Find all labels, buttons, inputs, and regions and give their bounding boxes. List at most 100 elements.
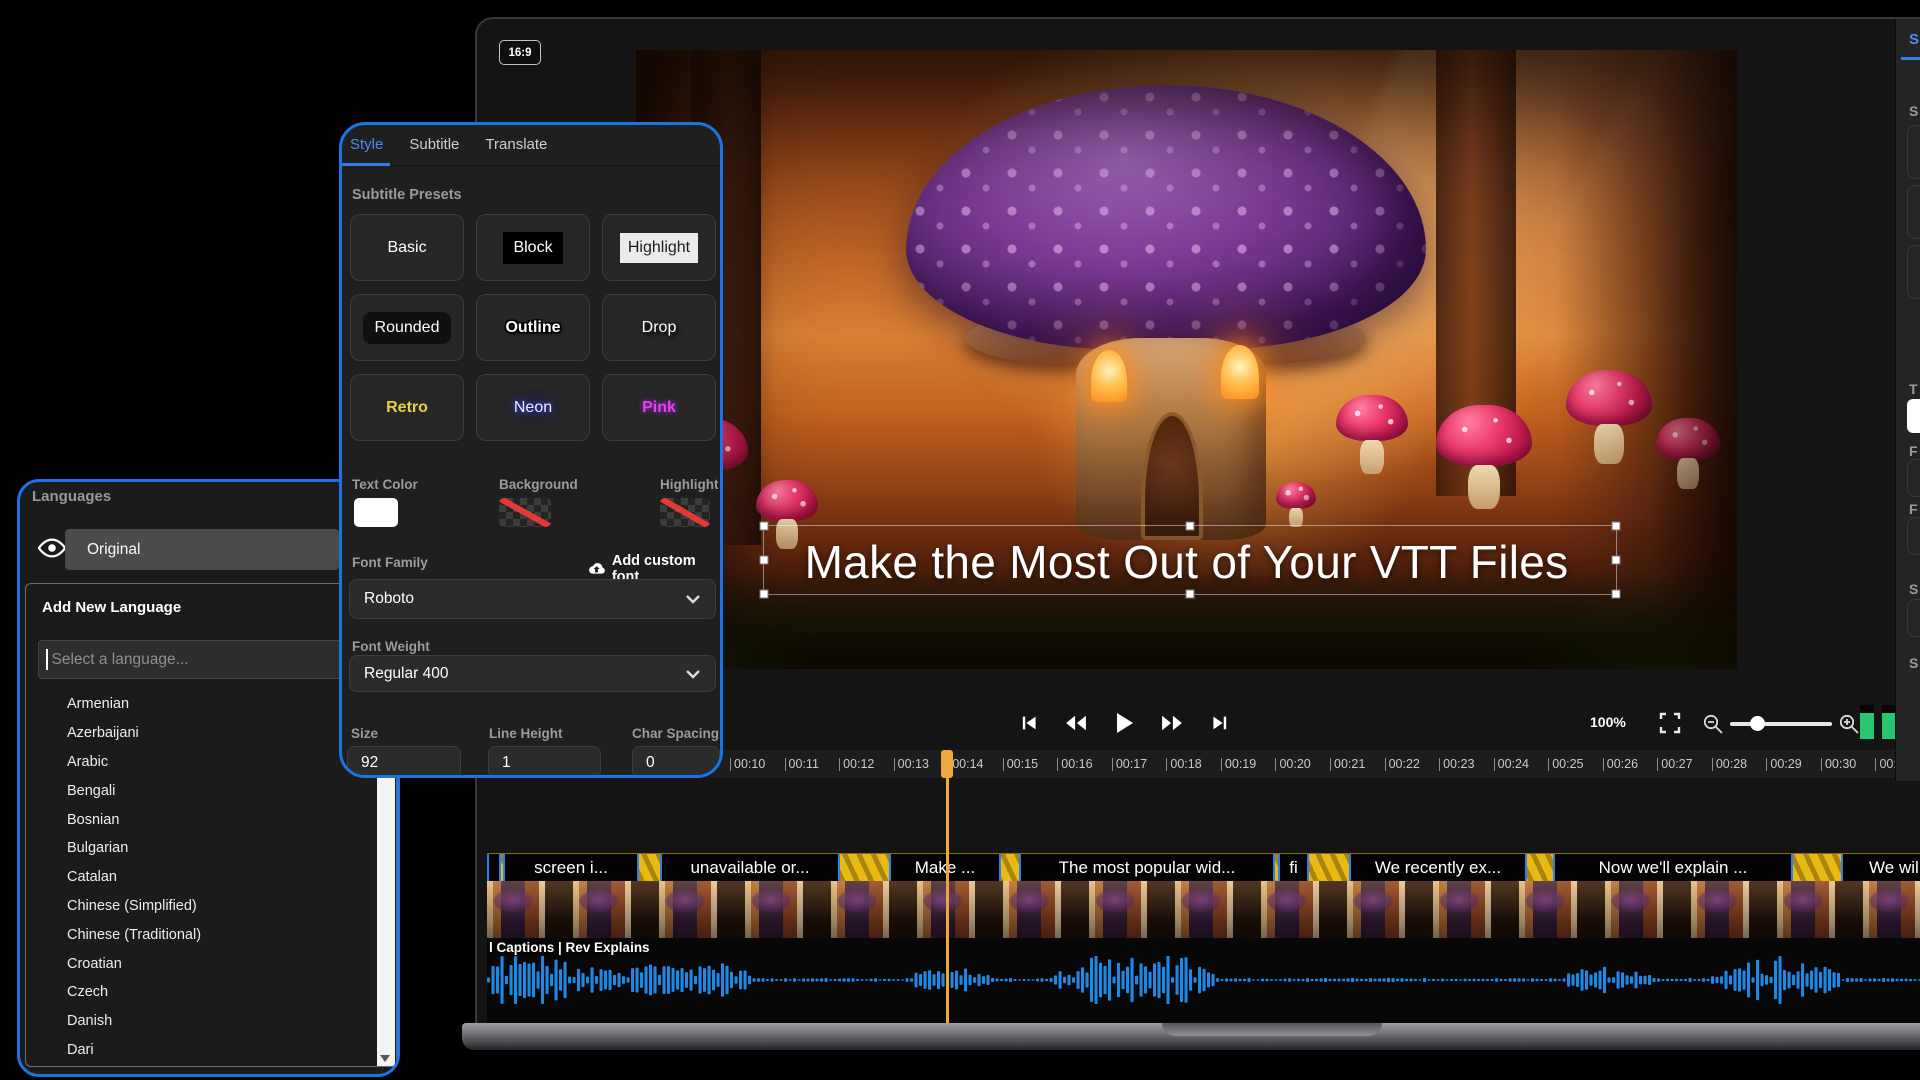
sidebar-label-cutoff: F — [1909, 501, 1918, 517]
preset-button[interactable]: Rounded — [350, 294, 464, 361]
preset-button[interactable]: Highlight — [602, 214, 716, 281]
timeline-tick: 00:15 — [1003, 757, 1058, 771]
fast-forward-icon[interactable] — [1161, 708, 1183, 738]
sidebar-color-swatch-cutoff[interactable] — [1907, 399, 1920, 433]
current-language-value: Original — [87, 541, 140, 559]
laptop-base — [462, 1023, 1920, 1050]
subtitle-block[interactable]: We wil... — [1841, 854, 1920, 881]
preset-label: Block — [503, 232, 562, 264]
subtitle-block[interactable]: We recently ex... — [1349, 854, 1527, 881]
subtitle-block-label: screen i... — [534, 858, 608, 878]
video-filmstrip-track[interactable] — [487, 881, 1920, 938]
style-panel-tab[interactable]: Style — [350, 136, 383, 165]
skip-end-icon[interactable] — [1209, 708, 1231, 738]
preset-button[interactable]: Neon — [476, 374, 590, 441]
size-input[interactable]: 92 — [347, 746, 461, 778]
preset-label: Pink — [642, 399, 676, 417]
language-list-item[interactable]: Chinese (Traditional) — [20, 920, 370, 949]
language-list-item[interactable]: Armenian — [20, 690, 370, 719]
font-family-select[interactable]: Roboto — [349, 579, 716, 619]
subtitle-block-label: fi — [1289, 858, 1298, 878]
active-tab-underline — [342, 163, 390, 166]
audio-track[interactable]: l Captions | Rev Explains — [487, 938, 1920, 1023]
selection-handle[interactable] — [1185, 522, 1194, 531]
play-icon[interactable] — [1113, 708, 1135, 738]
tick-mark — [1548, 758, 1549, 771]
timeline-zoom-slider-track[interactable] — [1730, 722, 1832, 726]
preset-label: Retro — [386, 399, 428, 417]
subtitle-block[interactable]: The most popular wid... — [1019, 854, 1275, 881]
style-panel-tab[interactable]: Subtitle — [409, 136, 459, 165]
highlight-color-swatch[interactable] — [660, 498, 710, 527]
style-panel-tab[interactable]: Translate — [485, 136, 547, 165]
sidebar-select-cutoff[interactable] — [1907, 517, 1920, 555]
selection-handle[interactable] — [1611, 556, 1620, 565]
playhead-handle[interactable] — [941, 750, 953, 778]
sidebar-input-cutoff[interactable] — [1907, 599, 1920, 637]
playhead-line[interactable] — [946, 752, 949, 1023]
text-color-swatch[interactable] — [354, 498, 398, 527]
subtitle-block[interactable]: Now we'll explain ... — [1553, 854, 1793, 881]
language-list-item[interactable]: Catalan — [20, 863, 370, 892]
language-list-item[interactable]: Bengali — [20, 776, 370, 805]
aspect-ratio-badge[interactable]: 16:9 — [499, 40, 541, 65]
selection-handle[interactable] — [1611, 590, 1620, 599]
selection-handle[interactable] — [1185, 590, 1194, 599]
preset-button[interactable]: Drop — [602, 294, 716, 361]
language-list-item[interactable]: Bulgarian — [20, 834, 370, 863]
video-canvas[interactable]: Make the Most Out of Your VTT Files — [636, 50, 1737, 669]
sidebar-preset-cutoff[interactable] — [1907, 185, 1920, 239]
preset-button[interactable]: Pink — [602, 374, 716, 441]
subtitle-block[interactable]: Make ... — [889, 854, 1001, 881]
preset-button[interactable]: Block — [476, 214, 590, 281]
subtitle-block[interactable]: fi — [1278, 854, 1309, 881]
timeline-zoom-slider-knob[interactable] — [1750, 716, 1765, 731]
style-panel-tabs: Style Subtitle Translate — [342, 125, 720, 166]
sidebar-preset-cutoff[interactable] — [1907, 125, 1920, 179]
language-list-item[interactable]: Danish — [20, 1007, 370, 1036]
font-weight-select[interactable]: Regular 400 — [349, 655, 716, 692]
background-color-swatch[interactable] — [499, 498, 551, 527]
preset-button[interactable]: Retro — [350, 374, 464, 441]
language-list-item[interactable]: Czech — [20, 978, 370, 1007]
tick-label: 00:27 — [1661, 757, 1692, 771]
eye-icon[interactable] — [37, 537, 67, 559]
current-language-select[interactable]: Original — [65, 529, 339, 570]
pause-bars-icon[interactable] — [1882, 705, 1896, 739]
timeline-tick: 00:16 — [1057, 757, 1112, 771]
language-list-item[interactable]: Bosnian — [20, 805, 370, 834]
line-height-value: 1 — [502, 754, 511, 772]
selection-handle[interactable] — [759, 590, 768, 599]
language-list-item[interactable]: Croatian — [20, 949, 370, 978]
language-list-item[interactable]: Azerbaijani — [20, 719, 370, 748]
zoom-in-icon[interactable] — [1838, 713, 1860, 735]
pause-bars-icon[interactable] — [1860, 705, 1874, 739]
language-search-input[interactable]: Select a language... — [38, 640, 385, 679]
rewind-icon[interactable] — [1065, 708, 1087, 738]
sidebar-preset-cutoff[interactable] — [1907, 245, 1920, 299]
font-weight-value: Regular 400 — [364, 665, 448, 683]
sidebar-select-cutoff[interactable] — [1907, 459, 1920, 497]
line-height-input[interactable]: 1 — [488, 746, 601, 778]
tick-mark — [1766, 758, 1767, 771]
subtitle-track[interactable]: screen i... unavailable or... Make ... T… — [487, 853, 1920, 882]
sidebar-tab-style-cutoff[interactable]: S — [1909, 31, 1919, 48]
scroll-down-icon[interactable] — [380, 1055, 390, 1062]
preset-button[interactable]: Outline — [476, 294, 590, 361]
selection-handle[interactable] — [1611, 522, 1620, 531]
subtitle-block[interactable]: unavailable or... — [660, 854, 840, 881]
fullscreen-icon[interactable] — [1658, 711, 1682, 735]
zoom-out-icon[interactable] — [1702, 713, 1724, 735]
language-list-item[interactable]: Dari — [20, 1036, 370, 1065]
subtitle-block[interactable] — [487, 854, 501, 881]
subtitle-block[interactable]: screen i... — [503, 854, 639, 881]
preset-button[interactable]: Basic — [350, 214, 464, 281]
subtitle-selection-box[interactable] — [763, 525, 1617, 595]
char-spacing-input[interactable]: 0 — [632, 746, 720, 778]
language-list-item[interactable]: Arabic — [20, 748, 370, 777]
selection-handle[interactable] — [759, 522, 768, 531]
skip-start-icon[interactable] — [1017, 708, 1039, 738]
timeline-tick: 00:13 — [894, 757, 949, 771]
selection-handle[interactable] — [759, 556, 768, 565]
language-list-item[interactable]: Chinese (Simplified) — [20, 892, 370, 921]
